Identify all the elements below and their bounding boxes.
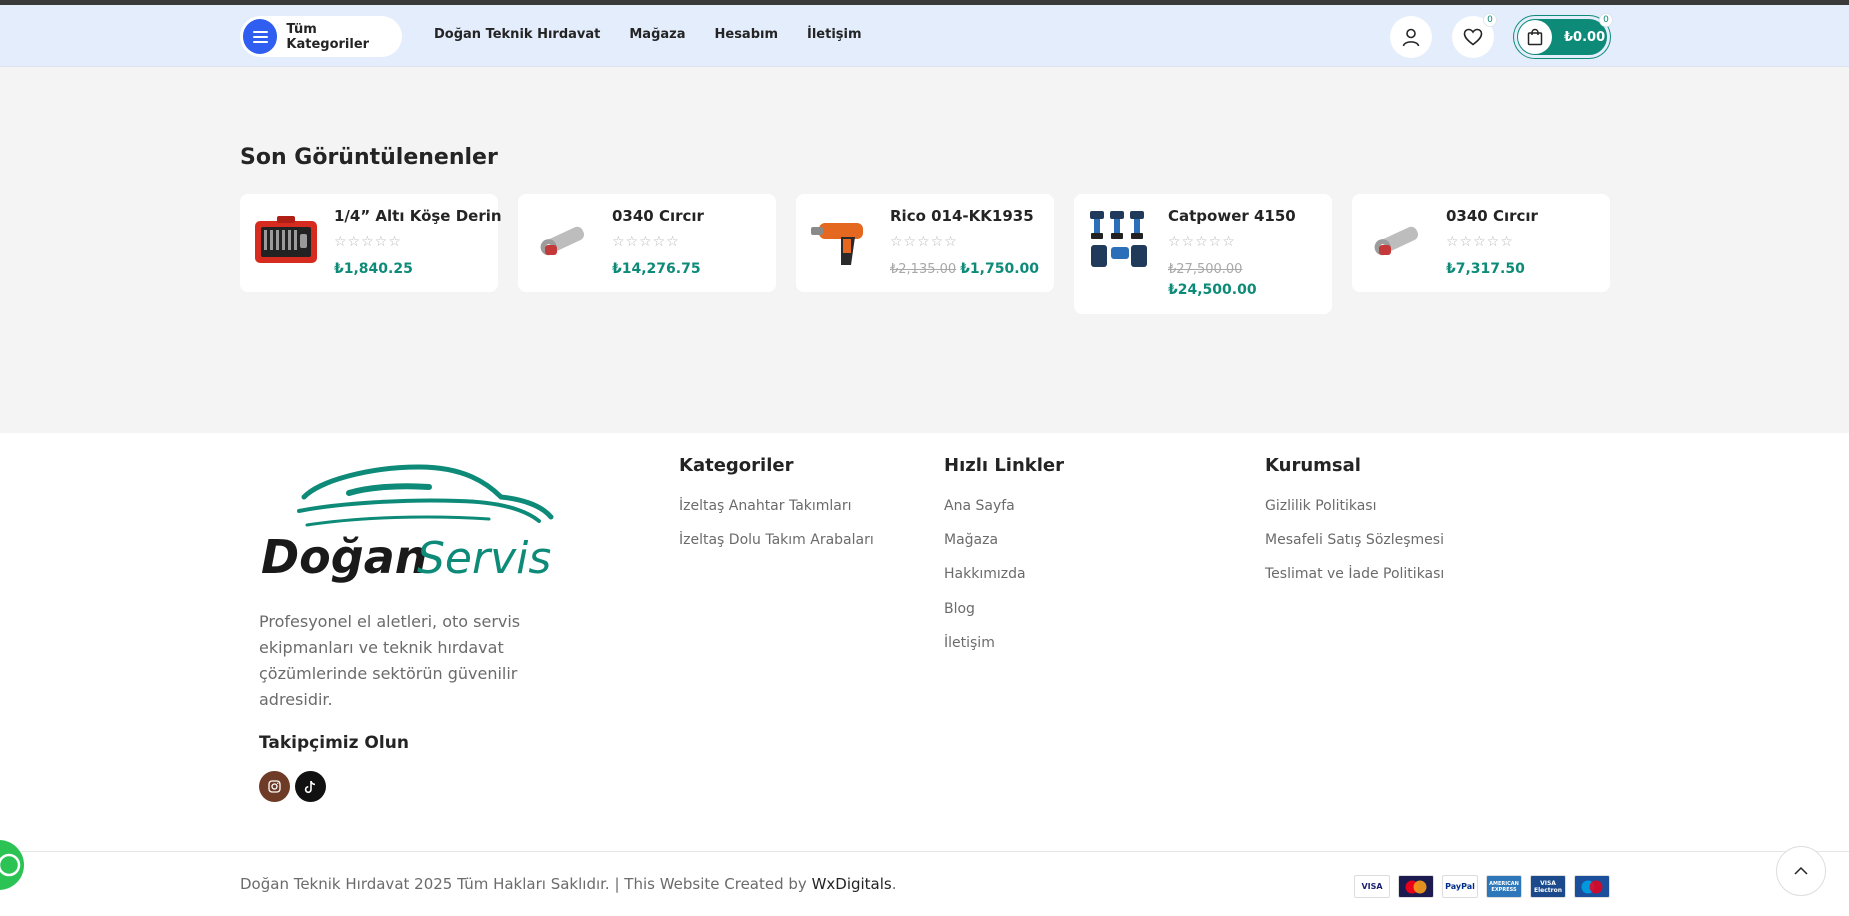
- footer-link[interactable]: Blog: [944, 601, 975, 617]
- product-price: ₺24,500.00: [1168, 282, 1257, 298]
- rating-stars: ☆☆☆☆☆: [1446, 234, 1514, 250]
- whatsapp-button[interactable]: [0, 840, 24, 890]
- footer-link[interactable]: Teslimat ve İade Politikası: [1265, 566, 1444, 582]
- chevron-up-icon: [1794, 866, 1808, 875]
- product-price: ₺7,317.50: [1446, 261, 1525, 277]
- wishlist-button[interactable]: 0: [1452, 13, 1497, 58]
- bag-icon: [1518, 20, 1552, 54]
- main-nav: Doğan Teknik Hırdavat Mağaza Hesabım İle…: [434, 27, 891, 42]
- footer-col-title-corporate: Kurumsal: [1265, 455, 1361, 476]
- all-categories-label: Tüm Kategoriler: [286, 21, 370, 52]
- footer-col-title-quick-links: Hızlı Linkler: [944, 455, 1064, 476]
- scroll-to-top-button[interactable]: [1776, 846, 1826, 896]
- copyright-bar: Doğan Teknik Hırdavat 2025 Tüm Hakları S…: [0, 851, 1849, 916]
- nav-home[interactable]: Doğan Teknik Hırdavat: [434, 27, 600, 42]
- product-name[interactable]: 1/4” Altı Köşe Derin: [334, 207, 502, 225]
- svg-text:Servis: Servis: [417, 533, 551, 584]
- footer-link[interactable]: İzeltaş Dolu Takım Arabaları: [679, 532, 874, 548]
- nav-contact[interactable]: İletişim: [807, 27, 862, 42]
- product-price-row: ₺27,500.00: [1168, 261, 1246, 277]
- recently-viewed-section: Son Görüntülenenler 1/4” Altı Köşe Derin…: [0, 67, 1849, 433]
- paypal-icon: PayPal: [1442, 875, 1478, 898]
- product-card[interactable]: 0340 Cırcır ☆☆☆☆☆ ₺14,276.75: [518, 194, 776, 292]
- brand-logo[interactable]: Doğan Servis: [259, 459, 571, 587]
- product-card[interactable]: 0340 Cırcır ☆☆☆☆☆ ₺7,317.50: [1352, 194, 1610, 292]
- visa-electron-icon: VISA Electron: [1530, 875, 1566, 898]
- cart-button[interactable]: ₺0.00 0: [1514, 13, 1613, 58]
- rating-stars: ☆☆☆☆☆: [612, 234, 680, 250]
- product-name[interactable]: Catpower 4150: [1168, 207, 1296, 225]
- account-button[interactable]: [1390, 16, 1432, 58]
- all-categories-button[interactable]: Tüm Kategoriler: [240, 16, 402, 57]
- follow-title: Takipçimiz Olun: [259, 733, 409, 753]
- product-price: ₺14,276.75: [612, 261, 701, 277]
- menu-icon: [243, 19, 278, 54]
- amex-icon: AMERICAN EXPRESS: [1486, 875, 1522, 898]
- nav-account[interactable]: Hesabım: [715, 27, 779, 42]
- product-name[interactable]: 0340 Cırcır: [612, 207, 704, 225]
- product-image: [1374, 226, 1419, 256]
- nav-shop[interactable]: Mağaza: [629, 27, 685, 42]
- whatsapp-icon: [0, 853, 21, 877]
- footer-link[interactable]: Mağaza: [944, 532, 998, 548]
- footer-col-title-categories: Kategoriler: [679, 455, 794, 476]
- instagram-icon: [268, 780, 281, 793]
- rating-stars: ☆☆☆☆☆: [334, 234, 402, 250]
- product-price: ₺1,750.00: [960, 261, 1039, 277]
- product-price-row: ₺7,317.50: [1446, 261, 1525, 277]
- maestro-icon: [1574, 875, 1610, 898]
- site-footer: Doğan Servis Profesyonel el aletleri, ot…: [0, 433, 1849, 851]
- product-price: ₺1,840.25: [334, 261, 413, 277]
- product-name[interactable]: Rico 014-KK1935: [890, 207, 1034, 225]
- product-price-row: ₺14,276.75: [612, 261, 701, 277]
- product-old-price: ₺27,500.00: [1168, 262, 1243, 277]
- product-card[interactable]: Catpower 4150 ☆☆☆☆☆ ₺27,500.00 ₺24,500.0…: [1074, 194, 1332, 314]
- product-image: [540, 226, 585, 256]
- product-card[interactable]: 1/4” Altı Köşe Derin ☆☆☆☆☆ ₺1,840.25: [240, 194, 502, 292]
- footer-link[interactable]: Mesafeli Satış Sözleşmesi: [1265, 532, 1444, 548]
- product-card[interactable]: Rico 014-KK1935 ☆☆☆☆☆ ₺2,135.00 ₺1,750.00: [796, 194, 1054, 292]
- footer-link[interactable]: Gizlilik Politikası: [1265, 498, 1377, 514]
- footer-link[interactable]: İletişim: [944, 635, 995, 651]
- cart-total: ₺0.00: [1564, 29, 1606, 45]
- brand-description: Profesyonel el aletleri, oto servis ekip…: [259, 612, 521, 709]
- product-price-row: ₺1,840.25: [334, 261, 413, 277]
- site-header: Tüm Kategoriler Doğan Teknik Hırdavat Ma…: [0, 5, 1849, 67]
- svg-text:Doğan: Doğan: [261, 530, 428, 584]
- user-icon: [1402, 28, 1420, 47]
- wishlist-count-badge: 0: [1483, 13, 1497, 27]
- agency-link[interactable]: WxDigitals: [812, 875, 892, 893]
- product-image: [1090, 211, 1147, 267]
- tiktok-icon: [304, 780, 316, 793]
- mastercard-icon: [1398, 875, 1434, 898]
- product-image: [255, 216, 317, 263]
- product-price-row: ₺2,135.00 ₺1,750.00: [890, 261, 1039, 277]
- copyright-text: Doğan Teknik Hırdavat 2025 Tüm Hakları S…: [240, 875, 897, 893]
- car-logo-icon: Doğan Servis: [261, 464, 554, 584]
- heart-icon: [1463, 28, 1483, 46]
- instagram-link[interactable]: [259, 771, 290, 802]
- footer-link[interactable]: İzeltaş Anahtar Takımları: [679, 498, 852, 514]
- cart-count-badge: 0: [1599, 13, 1613, 27]
- product-old-price: ₺2,135.00: [890, 262, 957, 277]
- rating-stars: ☆☆☆☆☆: [1168, 234, 1236, 250]
- product-name[interactable]: 0340 Cırcır: [1446, 207, 1538, 225]
- rating-stars: ☆☆☆☆☆: [890, 234, 958, 250]
- footer-link[interactable]: Hakkımızda: [944, 566, 1026, 582]
- product-image: [811, 223, 863, 265]
- payment-methods: VISA PayPal AMERICAN EXPRESS VISA Electr…: [1354, 875, 1610, 898]
- tiktok-link[interactable]: [295, 771, 326, 802]
- visa-icon: VISA: [1354, 875, 1390, 898]
- footer-link[interactable]: Ana Sayfa: [944, 498, 1015, 514]
- section-title: Son Görüntülenenler: [240, 145, 498, 170]
